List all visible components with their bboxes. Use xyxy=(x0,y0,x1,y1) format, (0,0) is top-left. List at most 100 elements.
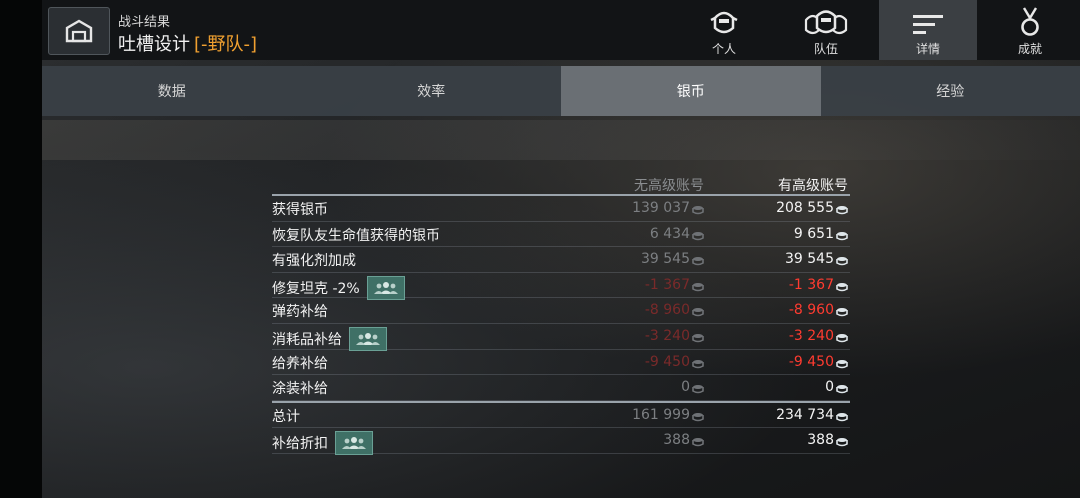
premium-value-text: -8 960 xyxy=(788,302,834,319)
premium-value-text: 39 545 xyxy=(785,251,834,268)
row-label-text: 恢复队友生命值获得的银币 xyxy=(272,227,440,244)
premium-value: 208 555 xyxy=(776,200,848,216)
premium-value-text: 234 734 xyxy=(776,406,834,423)
tab-experience[interactable]: 经验 xyxy=(821,66,1080,116)
premium-value: 9 651 xyxy=(794,226,848,242)
page-subtitle: 战斗结果 xyxy=(118,15,171,30)
row-label: 涂装补给 xyxy=(272,378,328,398)
silver-coin-icon xyxy=(836,254,848,266)
row-label: 修复坦克 -2% xyxy=(272,275,405,300)
row-label-text: 涂装补给 xyxy=(272,381,328,398)
no-premium-value: 39 545 xyxy=(641,251,704,267)
row-label: 总计 xyxy=(272,406,300,426)
silver-coin-icon xyxy=(836,331,848,343)
no-premium-value: -3 240 xyxy=(645,328,704,344)
premium-value: 234 734 xyxy=(776,407,848,423)
premium-value: 0 xyxy=(825,379,848,395)
no-premium-value: -1 367 xyxy=(645,277,704,293)
column-no-premium: 无高级账号 xyxy=(634,178,704,194)
premium-value-text: -3 240 xyxy=(788,327,834,344)
row-label-text: 补给折扣 xyxy=(272,436,328,453)
row-label: 消耗品补给 xyxy=(272,326,387,351)
team-helmets-icon xyxy=(804,10,848,35)
discount-row: 补给折扣 388 388 xyxy=(272,428,850,456)
table-header: 无高级账号 有高级账号 xyxy=(272,172,850,194)
no-premium-value: 6 434 xyxy=(650,226,704,242)
silver-coin-icon xyxy=(692,229,704,240)
nav-achievements[interactable]: 成就 xyxy=(982,0,1078,60)
tab-credits[interactable]: 银币 xyxy=(561,66,821,116)
row-label: 给养补给 xyxy=(272,353,328,373)
premium-value: -8 960 xyxy=(789,302,848,318)
no-premium-value: 0 xyxy=(681,379,704,395)
row-label-text: 有强化剂加成 xyxy=(272,253,356,270)
no-premium-value-text: -9 450 xyxy=(644,353,690,370)
silver-coin-icon xyxy=(836,305,848,317)
premium-value: 388 xyxy=(807,432,848,448)
no-premium-value: 139 037 xyxy=(632,200,704,216)
nav-personal[interactable]: 个人 xyxy=(676,0,772,60)
details-list-icon xyxy=(913,15,943,34)
row-label: 有强化剂加成 xyxy=(272,250,356,270)
no-premium-value-text: 139 037 xyxy=(632,200,690,216)
hangar-icon xyxy=(65,19,93,43)
nav-details-label: 详情 xyxy=(915,42,940,56)
left-edge xyxy=(0,0,42,498)
nav-achievements-label: 成就 xyxy=(1017,42,1042,56)
team-bonus-icon xyxy=(349,326,387,351)
row-label-text: 修复坦克 -2% xyxy=(272,280,360,297)
row-label: 补给折扣 xyxy=(272,431,373,456)
team-bonus-icon xyxy=(335,431,373,456)
silver-coin-icon xyxy=(836,435,848,447)
silver-coin-icon xyxy=(692,435,704,447)
no-premium-value: 388 xyxy=(663,432,704,448)
table-row: 有强化剂加成 39 545 39 545 xyxy=(272,247,850,273)
nav-team[interactable]: 队伍 xyxy=(778,0,874,60)
premium-value: -9 450 xyxy=(789,354,848,370)
no-premium-value-text: -3 240 xyxy=(644,327,690,344)
no-premium-value-text: 0 xyxy=(681,379,690,396)
no-premium-value-text: -8 960 xyxy=(644,302,690,319)
silver-coin-icon xyxy=(836,357,848,368)
premium-value-text: 0 xyxy=(825,379,834,396)
silver-coin-icon xyxy=(692,382,704,394)
silver-coin-icon xyxy=(692,331,704,343)
row-label-text: 弹药补给 xyxy=(272,304,328,321)
silver-coin-icon xyxy=(692,254,704,266)
table-body: 获得银币 139 037 208 555 恢复队友生命值获得的银币 6 434 9 651… xyxy=(272,196,850,456)
premium-value-text: 9 651 xyxy=(793,225,834,242)
silver-coin-icon xyxy=(836,203,848,215)
row-label: 弹药补给 xyxy=(272,301,328,321)
nav-details[interactable]: 详情 xyxy=(879,0,977,60)
nav-team-label: 队伍 xyxy=(813,42,838,56)
home-button[interactable] xyxy=(48,7,110,55)
premium-value: -1 367 xyxy=(789,277,848,293)
page-title: 吐槽设计 [-野队-] xyxy=(118,30,257,56)
silver-coin-icon xyxy=(836,382,848,394)
tab-efficiency[interactable]: 效率 xyxy=(302,66,562,116)
tab-data[interactable]: 数据 xyxy=(42,66,302,116)
personal-helmet-icon xyxy=(710,11,738,34)
row-label-text: 总计 xyxy=(272,408,300,425)
results-tabs: 数据 效率 银币 经验 xyxy=(42,66,1080,116)
no-premium-value-text: 39 545 xyxy=(641,251,690,268)
column-premium: 有高级账号 xyxy=(778,178,848,194)
row-label: 恢复队友生命值获得的银币 xyxy=(272,225,440,245)
table-row: 获得银币 139 037 208 555 xyxy=(272,196,850,222)
no-premium-value: 161 999 xyxy=(632,407,704,423)
nav-personal-label: 个人 xyxy=(711,42,736,56)
silver-coin-icon xyxy=(692,410,704,422)
premium-value: -3 240 xyxy=(789,328,848,344)
table-row: 消耗品补给 -3 240 -3 240 xyxy=(272,324,850,351)
medal-icon xyxy=(1021,7,1039,36)
no-premium-value: -8 960 xyxy=(645,302,704,318)
total-row: 总计 161 999 234 734 xyxy=(272,400,850,429)
row-label: 获得银币 xyxy=(272,199,328,219)
background-highlight xyxy=(42,120,1080,160)
credits-table: 无高级账号 有高级账号 获得银币 139 037 208 555 恢复队友生命值获得的… xyxy=(272,172,850,456)
premium-value-text: -1 367 xyxy=(788,276,834,293)
silver-coin-icon xyxy=(692,357,704,368)
table-row: 涂装补给 0 0 xyxy=(272,375,850,401)
no-premium-value-text: 161 999 xyxy=(632,406,690,423)
no-premium-value-text: -1 367 xyxy=(644,276,690,293)
